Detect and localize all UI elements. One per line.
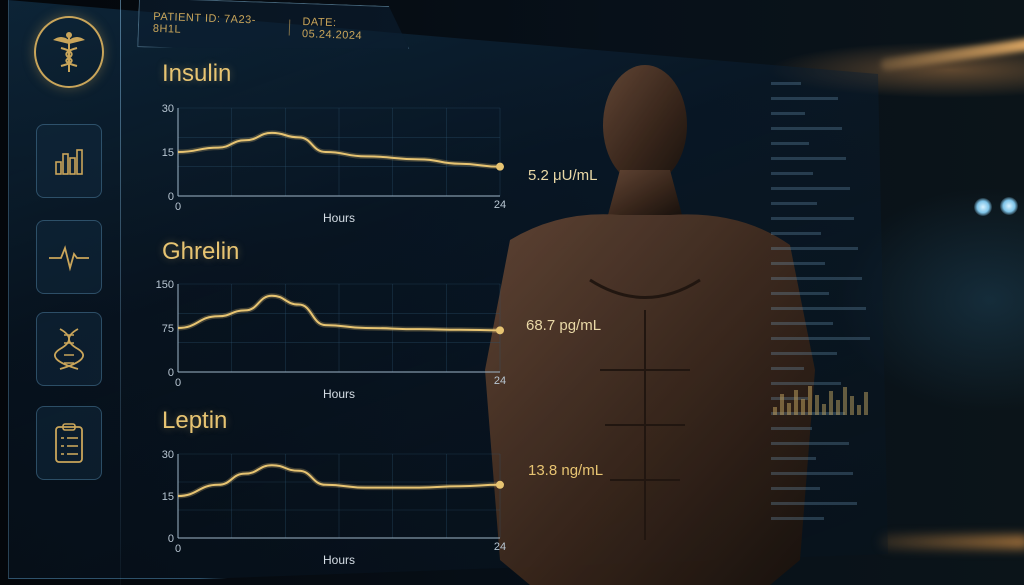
insulin-value: 5.2 μU/mL — [528, 167, 598, 184]
ghrelin-chart: 150 75 00 24 Hours — [156, 279, 506, 401]
mini-bar — [808, 386, 812, 415]
data-stripe — [771, 232, 821, 235]
mini-bar — [829, 391, 833, 415]
dna-icon — [54, 328, 84, 370]
patient-id: PATIENT ID: 7A23-8H1L — [152, 10, 257, 36]
data-stripe — [771, 472, 853, 475]
data-stripe — [771, 97, 838, 100]
series-end-point — [496, 480, 504, 489]
x-tick-label: 24 — [494, 199, 506, 211]
data-stripe — [771, 442, 849, 445]
data-stripe — [771, 427, 812, 430]
scene: PATIENT ID: 7A23-8H1L DATE: 05.24.2024 I… — [0, 0, 1024, 585]
sidebar-item-genetics[interactable] — [36, 312, 102, 386]
data-stripe — [771, 262, 825, 265]
insulin-title: Insulin — [162, 60, 232, 87]
y-tick-label: 15 — [162, 491, 174, 503]
mini-bar — [822, 404, 826, 415]
header-separator — [289, 20, 291, 36]
data-stripe — [771, 172, 813, 175]
series-end-point — [496, 326, 504, 335]
sidebar — [22, 6, 112, 585]
heartbeat-icon — [49, 245, 89, 272]
y-tick-label: 0 — [168, 367, 174, 379]
sidebar-item-reports[interactable] — [36, 406, 102, 480]
y-tick-label: 30 — [162, 103, 174, 115]
data-stripe — [771, 112, 805, 115]
x-tick-label: 24 — [494, 541, 506, 553]
leptin-title: Leptin — [162, 407, 228, 434]
mini-bar — [780, 394, 784, 415]
bar-chart-icon — [55, 149, 83, 175]
leptin-chart: 30 15 00 24 Hours — [162, 449, 506, 567]
mini-bar — [773, 407, 777, 415]
x-tick-label: 0 — [175, 201, 181, 213]
data-stripe — [771, 307, 866, 310]
side-data-stripes — [771, 82, 870, 520]
leptin-value: 13.8 ng/mL — [528, 462, 604, 479]
data-stripe — [771, 457, 816, 460]
mini-bar — [864, 392, 868, 415]
mini-bar — [850, 396, 854, 415]
data-stripe — [771, 517, 824, 520]
x-tick-label: 24 — [494, 375, 506, 387]
record-date: DATE: 05.24.2024 — [301, 15, 363, 43]
x-axis-label: Hours — [323, 553, 355, 567]
data-stripe — [771, 202, 817, 205]
y-tick-label: 0 — [168, 533, 174, 545]
data-stripe — [771, 277, 862, 280]
x-axis-label: Hours — [323, 211, 355, 225]
data-stripe — [771, 127, 842, 130]
x-tick-label: 0 — [175, 377, 181, 389]
mini-bar — [794, 390, 798, 415]
y-tick-label: 150 — [156, 279, 174, 291]
caduceus-logo — [34, 16, 104, 88]
y-tick-label: 75 — [162, 323, 174, 335]
data-stripe — [771, 502, 857, 505]
data-stripe — [771, 337, 870, 340]
wall-lamp-left — [974, 198, 992, 216]
insulin-chart: 30 15 00 24 Hours — [162, 103, 506, 225]
y-tick-label: 30 — [162, 449, 174, 461]
data-stripe — [771, 157, 846, 160]
mini-bar — [843, 387, 847, 415]
sidebar-item-vitals[interactable] — [36, 220, 102, 294]
clipboard-icon — [55, 423, 83, 463]
wall-lamp-right — [1000, 197, 1018, 215]
data-stripe — [771, 82, 801, 85]
sidebar-item-analytics[interactable] — [36, 124, 102, 198]
mini-bar — [787, 403, 791, 415]
y-tick-label: 15 — [162, 147, 174, 159]
ghrelin-value: 68.7 pg/mL — [526, 317, 602, 334]
data-stripe — [771, 187, 850, 190]
mini-bar — [801, 399, 805, 415]
mini-bar — [857, 405, 861, 415]
data-stripe — [771, 322, 833, 325]
mini-bar — [836, 400, 840, 415]
x-axis-label: Hours — [323, 387, 355, 401]
x-tick-label: 0 — [175, 543, 181, 555]
data-stripe — [771, 292, 829, 295]
data-stripe — [771, 247, 858, 250]
panel-divider — [120, 0, 121, 585]
mini-bar — [815, 395, 819, 415]
caduceus-icon — [53, 32, 85, 72]
data-stripe — [771, 142, 809, 145]
y-tick-label: 0 — [168, 191, 174, 203]
data-stripe — [771, 352, 837, 355]
data-stripe — [771, 487, 820, 490]
floor-light — [880, 535, 1024, 549]
data-stripe — [771, 382, 841, 385]
data-stripe — [771, 217, 854, 220]
data-stripe — [771, 367, 804, 370]
series-end-point — [496, 162, 504, 171]
ghrelin-title: Ghrelin — [162, 238, 240, 265]
